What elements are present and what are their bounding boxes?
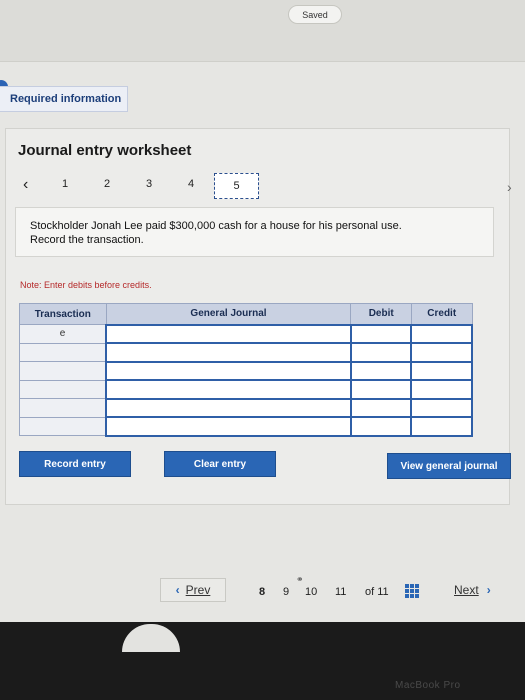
header-transaction: Transaction [19,303,107,325]
previous-step-chevron-icon[interactable]: ‹ [23,176,28,194]
step-2[interactable]: 2 [104,178,110,190]
next-label: Next [454,583,479,597]
page-11[interactable]: 11 [335,586,346,598]
account-field[interactable] [105,416,352,437]
device-watermark: MacBook Pro [395,680,461,691]
account-field[interactable] [105,397,352,418]
transaction-cell [19,398,107,418]
transaction-cell: e [19,324,107,344]
table-row [19,397,473,418]
credit-field[interactable] [410,360,473,381]
credit-field[interactable] [410,397,473,418]
pagination-bar: ‹ Prev 8 9 ⚭ 10 11 of 11 Next › [0,570,525,610]
transaction-cell [19,379,107,399]
table-row [19,416,473,437]
debit-field[interactable] [349,323,413,344]
debit-field[interactable] [349,416,413,437]
question-instruction: Record the transaction. [30,234,144,246]
step-1[interactable]: 1 [62,178,68,190]
account-field[interactable] [105,379,352,400]
transaction-cell [19,416,107,436]
record-entry-button[interactable]: Record entry [19,451,131,477]
credit-field[interactable] [410,379,473,400]
account-field[interactable] [105,323,352,344]
note-text: Note: Enter debits before credits. [20,280,152,290]
credit-field[interactable] [410,342,473,363]
camera-notch [122,624,180,652]
table-row [19,360,473,381]
prev-button[interactable]: ‹ Prev [160,578,226,602]
debit-field[interactable] [349,379,413,400]
journal-entry-worksheet-panel: Journal entry worksheet ‹ 1 2 3 4 5 › St… [5,128,512,505]
header-debit: Debit [350,303,412,325]
journal-table: Transaction General Journal Debit Credit… [19,303,473,437]
next-button[interactable]: Next › [446,578,510,602]
required-information-tab[interactable]: Required information [0,86,128,112]
saved-status-badge: Saved [288,5,342,24]
question-text: Stockholder Jonah Lee paid $300,000 cash… [30,220,402,232]
page-8[interactable]: 8 [259,586,265,598]
table-row [19,342,473,363]
clear-entry-button[interactable]: Clear entry [164,451,276,477]
debit-field[interactable] [349,342,413,363]
header-credit: Credit [410,303,473,325]
worksheet-title: Journal entry worksheet [18,142,192,159]
step-4[interactable]: 4 [188,178,194,190]
next-step-chevron-icon[interactable]: › [507,179,512,195]
chevron-right-icon: › [486,583,491,597]
top-bar: Saved [0,0,525,62]
question-box: Stockholder Jonah Lee paid $300,000 cash… [15,207,494,257]
credit-field[interactable] [410,323,473,344]
step-3[interactable]: 3 [146,178,152,190]
link-icon: ⚭ [296,574,304,584]
app-screen: Saved Required information Journal entry… [0,0,525,622]
table-row [19,379,473,400]
chevron-left-icon: ‹ [175,583,180,597]
page-total: of 11 [365,586,389,598]
transaction-cell [19,342,107,362]
grid-view-icon[interactable] [405,584,419,598]
step-5-active[interactable]: 5 [214,173,259,199]
account-field[interactable] [105,342,352,363]
debit-field[interactable] [349,397,413,418]
account-field[interactable] [105,360,352,381]
credit-field[interactable] [410,416,473,437]
table-row: e [19,323,473,344]
view-general-journal-button[interactable]: View general journal [387,453,511,479]
debit-field[interactable] [349,360,413,381]
header-general-journal: General Journal [105,303,352,325]
page-10[interactable]: 10 [305,586,317,598]
page-9[interactable]: 9 [283,586,289,598]
prev-label: Prev [185,583,211,597]
transaction-cell [19,361,107,381]
